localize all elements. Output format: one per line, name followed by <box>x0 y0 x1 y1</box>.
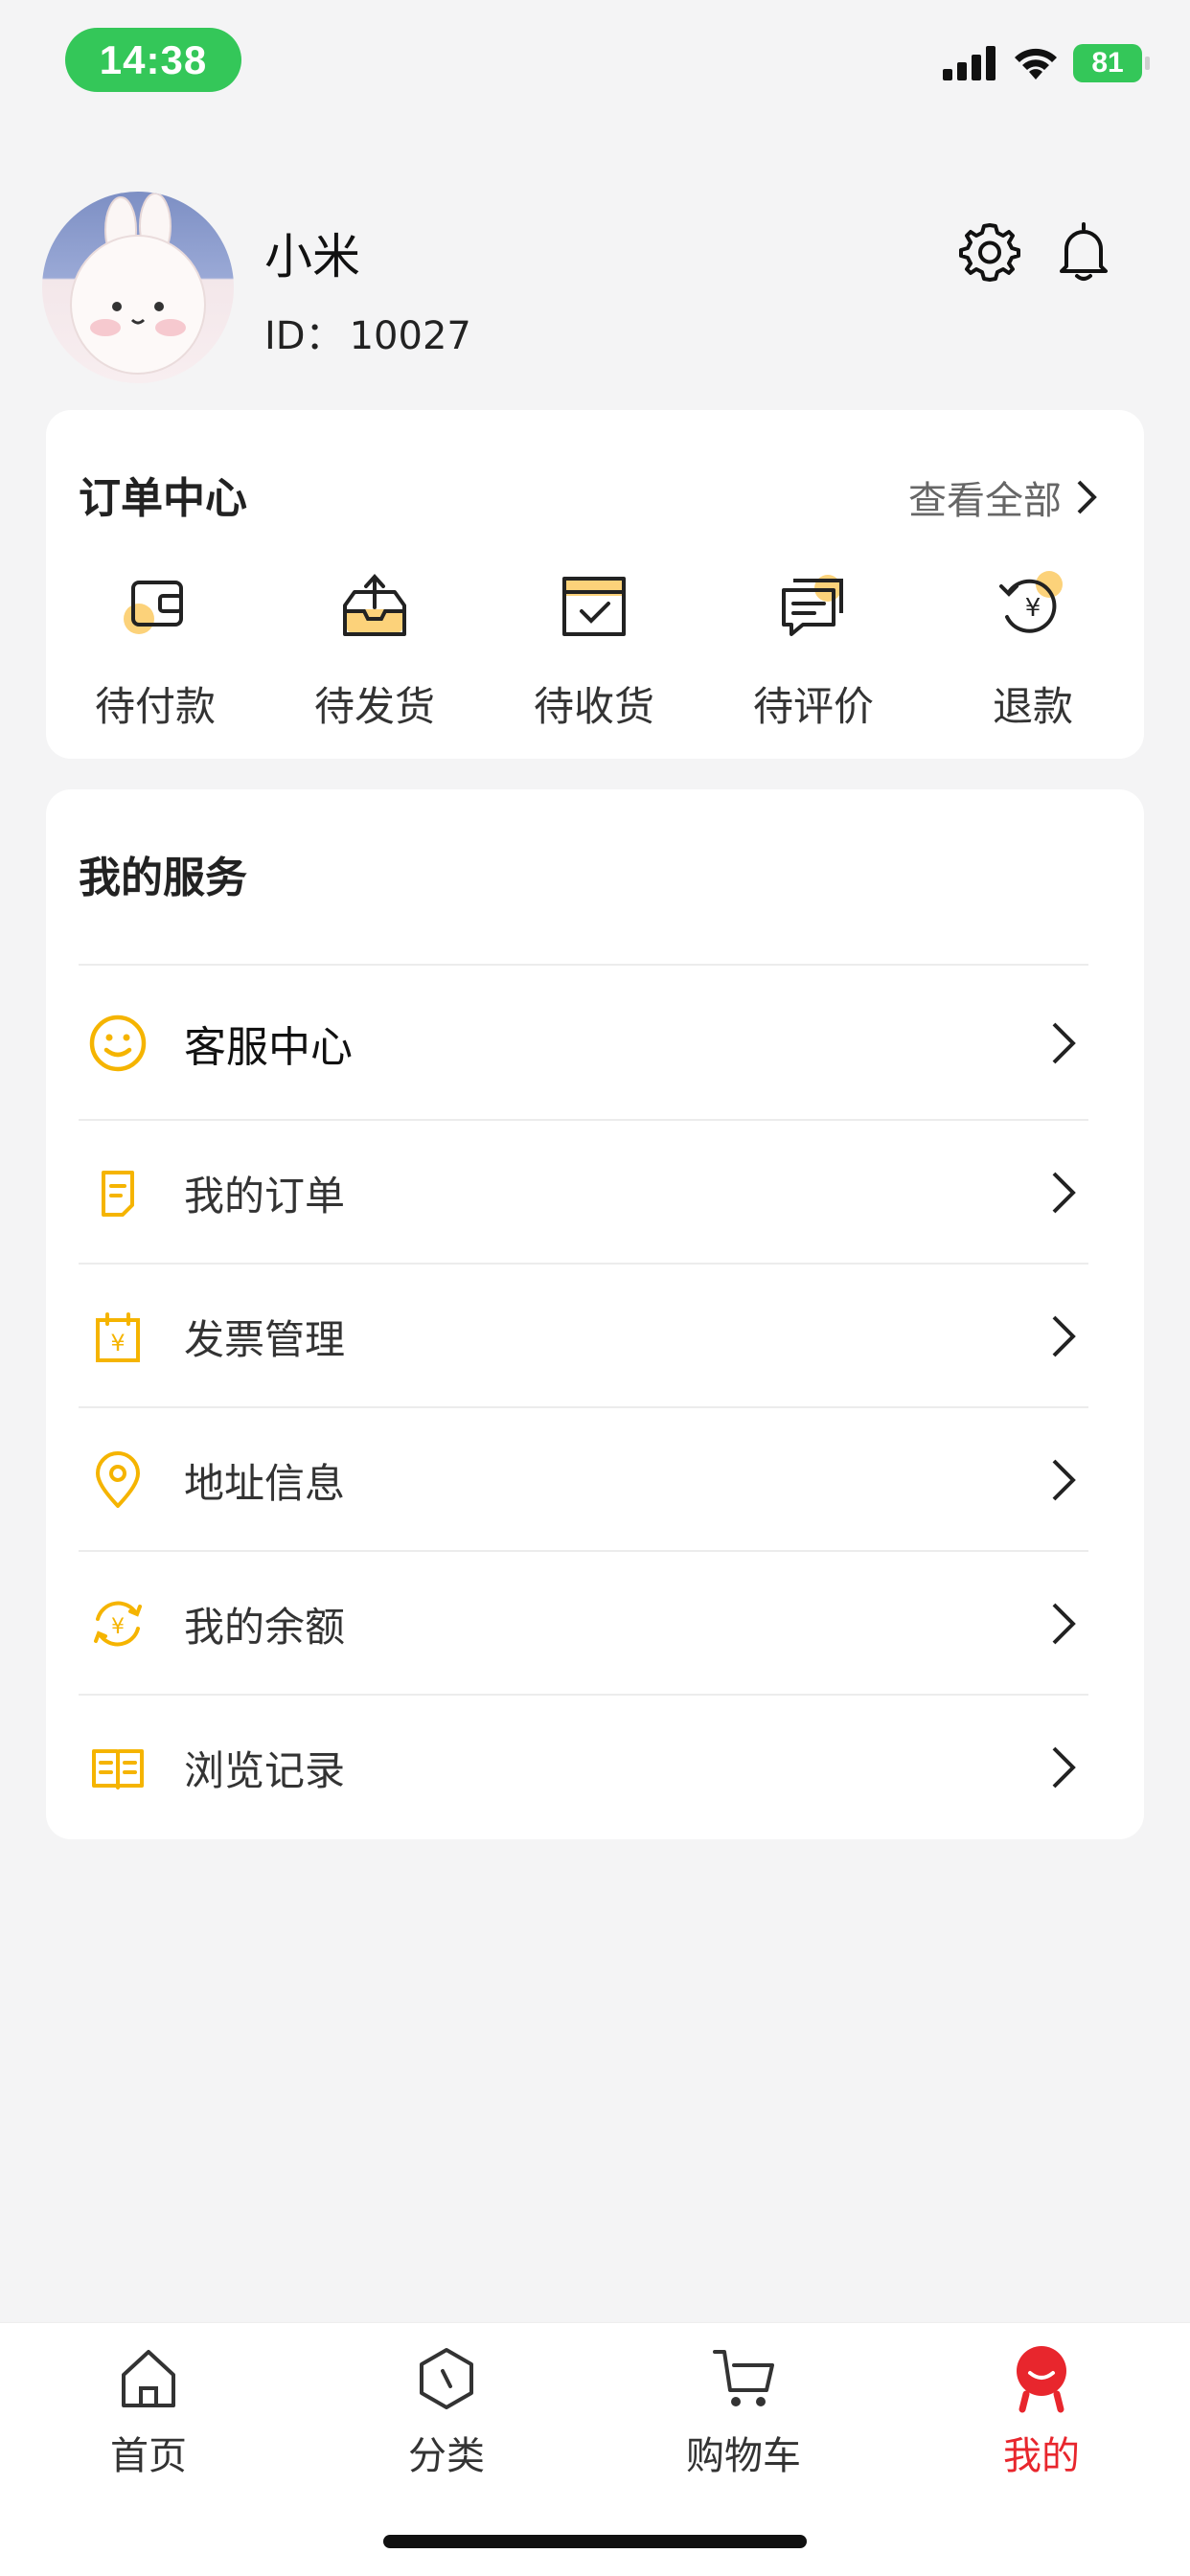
services-card: 我的服务 客服中心 我的订单 ¥ 发票管理 地址信息 ¥ 我的余额 浏览记录 <box>46 789 1144 1839</box>
order-center-title: 订单中心 <box>79 474 247 523</box>
service-item-balance[interactable]: ¥ 我的余额 <box>79 1550 1088 1696</box>
svg-text:¥: ¥ <box>110 1330 125 1356</box>
order-item-label: 待发货 <box>313 683 435 730</box>
tab-cart[interactable]: 购物车 <box>648 2342 839 2480</box>
status-bar: 14:38 81 <box>0 0 1190 115</box>
wifi-icon <box>1015 48 1057 80</box>
service-item-label: 地址信息 <box>184 1459 346 1507</box>
refund-icon: ¥ <box>999 571 1063 633</box>
tab-category[interactable]: 分类 <box>351 2342 542 2480</box>
invoice-icon: ¥ <box>96 1312 140 1362</box>
services-title: 我的服务 <box>79 854 247 902</box>
order-pending-shipment[interactable]: 待发货 <box>279 563 470 733</box>
order-item-label: 待评价 <box>752 683 874 730</box>
avatar[interactable] <box>42 192 234 383</box>
chevron-right-icon <box>1077 480 1097 514</box>
profile-icon <box>1017 2346 1066 2413</box>
receive-box-icon <box>562 577 626 636</box>
bell-icon[interactable] <box>1050 218 1117 285</box>
status-time: 14:38 <box>65 28 241 92</box>
tab-profile[interactable]: 我的 <box>946 2342 1137 2480</box>
signal-icon <box>943 46 995 80</box>
tab-label: 我的 <box>1003 2434 1080 2478</box>
battery-icon: 81 <box>1073 44 1150 82</box>
order-item-label: 待收货 <box>533 683 654 730</box>
status-icons: 81 <box>943 44 1150 82</box>
order-pending-payment[interactable]: 待付款 <box>59 563 251 733</box>
category-icon <box>420 2348 473 2409</box>
service-item-label: 浏览记录 <box>184 1746 346 1794</box>
tab-home[interactable]: 首页 <box>53 2342 244 2480</box>
tab-label: 首页 <box>110 2434 187 2478</box>
gear-icon[interactable] <box>956 218 1023 285</box>
smiley-icon <box>89 1014 147 1072</box>
user-id-value: 10027 <box>349 314 471 358</box>
service-item-customer-service[interactable]: 客服中心 <box>79 964 1088 1121</box>
tab-label: 购物车 <box>686 2434 801 2478</box>
service-item-label: 我的订单 <box>184 1172 346 1220</box>
service-item-label: 发票管理 <box>184 1315 346 1363</box>
home-indicator[interactable] <box>383 2535 807 2548</box>
package-icon <box>343 574 406 636</box>
service-item-history[interactable]: 浏览记录 <box>79 1694 1088 1839</box>
chevron-right-icon <box>1052 1459 1076 1501</box>
service-item-invoice[interactable]: ¥ 发票管理 <box>79 1263 1088 1408</box>
cart-icon <box>713 2350 774 2406</box>
service-item-label: 我的余额 <box>184 1603 346 1651</box>
battery-level: 81 <box>1091 47 1124 79</box>
username: 小米 <box>264 229 360 285</box>
order-pending-review[interactable]: 待评价 <box>718 563 909 733</box>
chevron-right-icon <box>1052 1172 1076 1214</box>
balance-icon: ¥ <box>94 1601 142 1647</box>
chevron-right-icon <box>1052 1315 1076 1357</box>
order-center-card: 订单中心 查看全部 待付款 待发货 待收货 待评价 ¥ 退款 <box>46 410 1144 759</box>
review-icon <box>782 575 843 636</box>
order-doc-icon <box>102 1171 134 1217</box>
view-all-orders-link[interactable]: 查看全部 <box>908 469 1098 525</box>
location-icon <box>96 1451 140 1508</box>
chevron-right-icon <box>1052 1022 1076 1064</box>
view-all-label: 查看全部 <box>908 479 1062 523</box>
svg-text:¥: ¥ <box>1025 594 1041 623</box>
chevron-right-icon <box>1052 1746 1076 1789</box>
home-icon <box>122 2350 175 2407</box>
tab-label: 分类 <box>408 2434 485 2478</box>
chevron-right-icon <box>1052 1603 1076 1645</box>
user-id: ID： 10027 <box>264 305 471 360</box>
order-pending-receipt[interactable]: 待收货 <box>498 563 690 733</box>
service-item-my-orders[interactable]: 我的订单 <box>79 1119 1088 1265</box>
service-item-label: 客服中心 <box>184 1023 353 1072</box>
order-item-label: 待付款 <box>94 683 216 730</box>
order-refund[interactable]: ¥ 退款 <box>937 563 1129 733</box>
order-item-label: 退款 <box>992 683 1073 730</box>
history-book-icon <box>92 1749 144 1790</box>
wallet-icon <box>124 581 183 634</box>
svg-text:¥: ¥ <box>111 1615 125 1639</box>
service-item-address[interactable]: 地址信息 <box>79 1406 1088 1552</box>
bunny-avatar-illustration <box>70 193 206 375</box>
user-id-label: ID： <box>264 314 344 358</box>
